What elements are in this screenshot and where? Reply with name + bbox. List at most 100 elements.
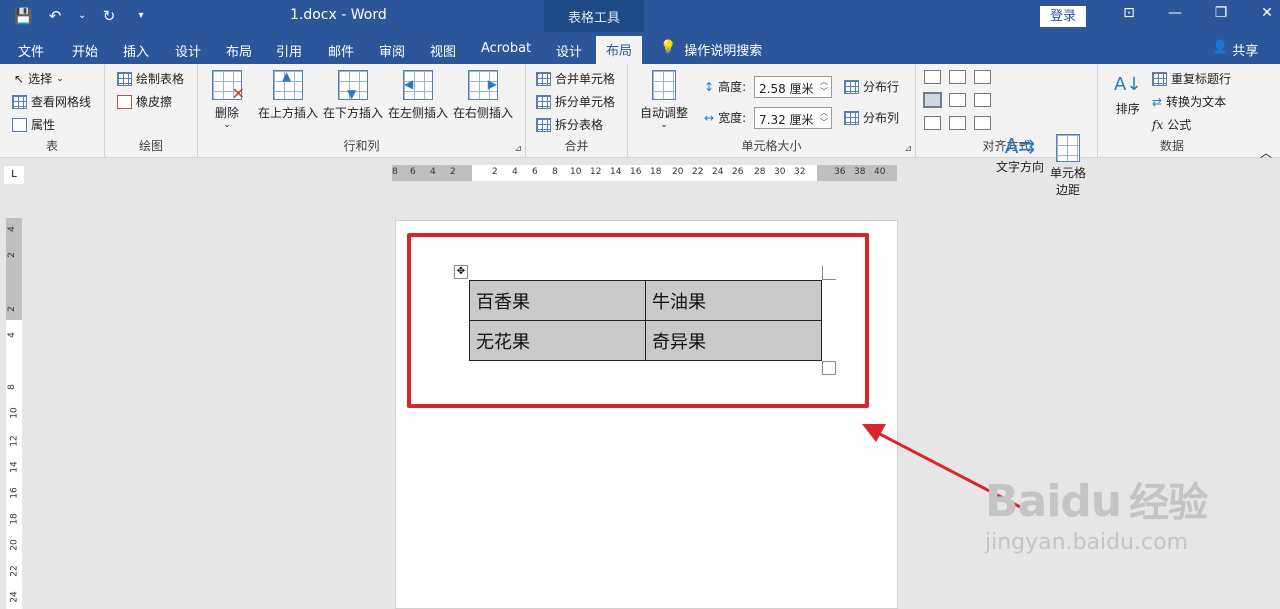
- tab-home[interactable]: 开始: [72, 41, 98, 60]
- draw-table-button[interactable]: 绘制表格: [117, 70, 184, 87]
- insert-left-icon: [403, 70, 433, 100]
- height-label-group: ↕ 高度:: [704, 78, 746, 95]
- insert-below-button[interactable]: 在下方插入: [323, 70, 383, 121]
- ruler-number: 20: [9, 539, 20, 551]
- insert-right-button[interactable]: 在右侧插入: [453, 70, 513, 121]
- group-cell-size: 自动调整 ⌄ ↕ 高度: 2.58 厘米 ︿ ﹀ ↔ 宽度: 7.32 厘米 ︿ ﹀…: [628, 64, 916, 158]
- login-button[interactable]: 登录: [1040, 6, 1086, 27]
- insert-below-label: 在下方插入: [323, 106, 384, 120]
- align-middle-center-icon[interactable]: [949, 93, 966, 107]
- repeat-header-icon: [1152, 71, 1167, 86]
- tab-insert[interactable]: 插入: [123, 41, 149, 60]
- convert-icon: ⇄: [1152, 94, 1163, 109]
- distribute-rows-label: 分布行: [863, 80, 900, 94]
- distribute-columns-button[interactable]: 分布列: [844, 109, 899, 126]
- autofit-label: 自动调整: [640, 106, 689, 120]
- group-label-draw: 绘图: [138, 139, 163, 153]
- close-icon[interactable]: ✕: [1244, 5, 1280, 21]
- split-cells-icon: [536, 94, 551, 109]
- vertical-ruler[interactable]: 4 2 2 4 8 10 12 14 16 18 20 22 24: [6, 218, 22, 609]
- tab-mailings[interactable]: 邮件: [328, 41, 354, 60]
- formula-button[interactable]: fx 公式: [1152, 116, 1191, 133]
- merge-cells-button[interactable]: 合并单元格: [536, 70, 615, 87]
- save-icon[interactable]: 💾: [14, 6, 33, 26]
- minimize-icon[interactable]: —: [1152, 5, 1198, 21]
- share-button[interactable]: 👤 共享: [1212, 40, 1258, 59]
- insert-right-label: 在右侧插入: [453, 106, 514, 120]
- autofit-button[interactable]: 自动调整 ⌄: [640, 70, 689, 130]
- customize-qat-icon[interactable]: ▾: [132, 6, 150, 26]
- width-value: 7.32 厘米: [759, 113, 814, 127]
- align-middle-left-icon[interactable]: [923, 92, 942, 108]
- align-middle-right-icon[interactable]: [974, 93, 991, 107]
- insert-left-button[interactable]: 在左侧插入: [388, 70, 448, 121]
- align-bottom-center-icon[interactable]: [949, 116, 966, 130]
- split-table-label: 拆分表格: [555, 118, 604, 132]
- cell-margins-button[interactable]: 单元格 边距: [1050, 134, 1086, 198]
- eraser-button[interactable]: 橡皮擦: [117, 93, 172, 110]
- sort-icon: A↓: [1114, 74, 1142, 95]
- convert-to-text-button[interactable]: ⇄ 转换为文本: [1152, 93, 1226, 110]
- tab-table-layout[interactable]: 布局: [596, 36, 643, 64]
- sort-button[interactable]: A↓ 排序: [1114, 70, 1141, 117]
- tab-table-design[interactable]: 设计: [556, 41, 582, 60]
- delete-button[interactable]: 删除 ⌄: [212, 70, 245, 130]
- group-label-rows-columns: 行和列: [343, 139, 380, 153]
- distribute-rows-button[interactable]: 分布行: [844, 78, 899, 95]
- ruler-number: 10: [570, 167, 582, 177]
- select-button[interactable]: ↖ 选择 ⌄: [14, 70, 64, 87]
- split-table-button[interactable]: 拆分表格: [536, 116, 603, 133]
- properties-label: 属性: [31, 118, 56, 132]
- tab-view[interactable]: 视图: [430, 41, 456, 60]
- split-cells-button[interactable]: 拆分单元格: [536, 93, 615, 110]
- spinner-icon[interactable]: ︿ ﹀: [820, 108, 828, 128]
- tab-layout[interactable]: 布局: [226, 41, 252, 60]
- tell-me-search[interactable]: 💡 操作说明搜索: [660, 40, 762, 59]
- ruler-number: 2: [6, 252, 17, 258]
- height-value: 2.58 厘米: [759, 82, 814, 96]
- baidu-watermark: Baidu 经验 jingyan.baidu.com: [985, 470, 1208, 555]
- vertical-ruler-margin: [6, 218, 22, 320]
- width-input[interactable]: 7.32 厘米 ︿ ﹀: [754, 107, 832, 129]
- undo-icon[interactable]: ↶: [46, 6, 64, 26]
- tab-review[interactable]: 审阅: [379, 41, 405, 60]
- text-direction-button[interactable]: A⇉ 文字方向: [996, 134, 1044, 175]
- insert-above-label: 在上方插入: [258, 106, 319, 120]
- ribbon-display-options-icon[interactable]: ⊡: [1106, 5, 1152, 21]
- distribute-columns-icon: [844, 110, 859, 125]
- ruler-number: 32: [794, 167, 806, 177]
- align-top-left-icon[interactable]: [924, 70, 941, 84]
- dialog-launcher-icon[interactable]: ⊿: [514, 144, 522, 154]
- tab-references[interactable]: 引用: [276, 41, 302, 60]
- collapse-ribbon-icon[interactable]: ︿: [1260, 144, 1272, 161]
- undo-dropdown-icon[interactable]: ⌄: [78, 6, 86, 26]
- tab-design[interactable]: 设计: [175, 41, 201, 60]
- redo-icon[interactable]: ↻: [100, 6, 118, 26]
- ruler-number: 18: [650, 167, 662, 177]
- spinner-icon[interactable]: ︿ ﹀: [820, 77, 828, 97]
- height-input[interactable]: 2.58 厘米 ︿ ﹀: [754, 76, 832, 98]
- tab-file[interactable]: 文件: [18, 41, 44, 60]
- document-title: 1.docx - Word: [290, 7, 387, 23]
- height-label: 高度:: [718, 80, 747, 94]
- cell-margins-label-1: 单元格: [1050, 166, 1087, 180]
- tab-acrobat[interactable]: Acrobat: [481, 41, 531, 56]
- align-bottom-left-icon[interactable]: [924, 116, 941, 130]
- insert-left-label: 在左侧插入: [388, 106, 449, 120]
- align-top-right-icon[interactable]: [974, 70, 991, 84]
- insert-above-button[interactable]: 在上方插入: [258, 69, 319, 121]
- window-controls: ⊡ — ❐ ✕: [1106, 5, 1280, 21]
- restore-icon[interactable]: ❐: [1198, 5, 1244, 21]
- view-gridlines-button[interactable]: 查看网格线: [12, 93, 91, 110]
- dialog-launcher-icon[interactable]: ⊿: [904, 144, 912, 154]
- ribbon: ↖ 选择 ⌄ 查看网格线 属性 表 绘制表格 橡皮擦 绘图 删除 ⌄: [0, 64, 1280, 197]
- properties-button[interactable]: 属性: [12, 116, 55, 133]
- lightbulb-icon: 💡: [660, 40, 677, 55]
- tab-selector[interactable]: L: [4, 166, 24, 184]
- select-label: 选择: [28, 72, 53, 86]
- align-top-center-icon[interactable]: [949, 70, 966, 84]
- repeat-header-button[interactable]: 重复标题行: [1152, 70, 1231, 87]
- ruler-number: 8: [552, 167, 558, 177]
- horizontal-ruler[interactable]: 8 6 4 2 2 4 6 8 10 12 14 16 18 20 22 24 26 28 30 32 36 38 40: [392, 165, 897, 181]
- align-bottom-right-icon[interactable]: [974, 116, 991, 130]
